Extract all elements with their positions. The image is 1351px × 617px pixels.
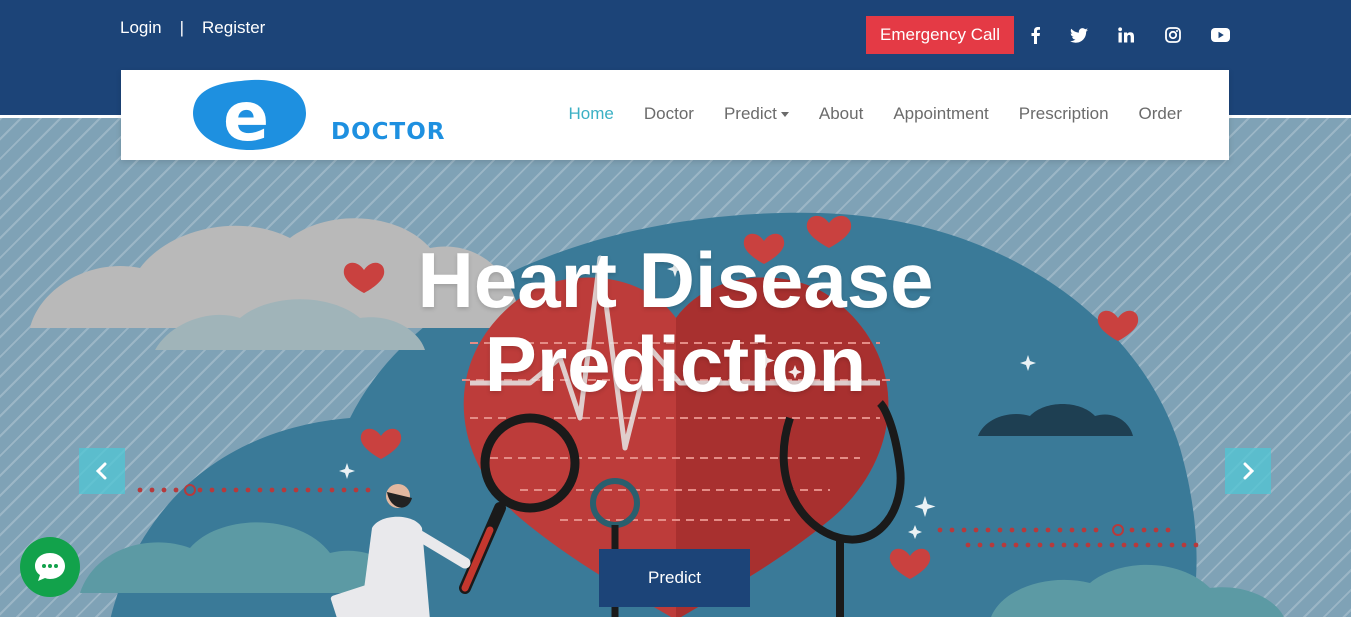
nav-item-prescription[interactable]: Prescription xyxy=(1019,104,1109,124)
carousel-prev-button[interactable] xyxy=(79,448,125,494)
twitter-icon[interactable] xyxy=(1068,24,1090,46)
carousel-next-button[interactable] xyxy=(1225,448,1271,494)
main-navbar: e DOCTOR Home Doctor Predict About Appoi… xyxy=(121,70,1229,160)
nav-item-predict[interactable]: Predict xyxy=(724,104,789,124)
auth-separator: | xyxy=(179,18,185,37)
nav-item-doctor[interactable]: Doctor xyxy=(644,104,694,124)
chat-widget-button[interactable] xyxy=(20,537,80,597)
nav-item-about[interactable]: About xyxy=(819,104,863,124)
facebook-icon[interactable] xyxy=(1024,24,1046,46)
instagram-icon[interactable] xyxy=(1162,24,1184,46)
hero-title: Heart Disease Prediction xyxy=(0,238,1351,406)
hero-title-line2: Prediction xyxy=(484,320,867,408)
nav-item-order[interactable]: Order xyxy=(1139,104,1182,124)
hero-title-line1: Heart Disease xyxy=(417,236,934,324)
predict-button[interactable]: Predict xyxy=(599,549,750,607)
chevron-left-icon xyxy=(95,462,107,480)
chat-bubble-icon xyxy=(35,553,65,581)
emergency-call-button[interactable]: Emergency Call xyxy=(866,16,1014,54)
login-link[interactable]: Login xyxy=(120,18,162,38)
svg-text:e: e xyxy=(223,78,269,152)
auth-links: Login | Register xyxy=(120,18,265,38)
edoctor-logo[interactable]: e DOCTOR xyxy=(191,78,444,157)
nav-item-predict-label: Predict xyxy=(723,104,777,123)
chevron-right-icon xyxy=(1243,462,1255,480)
logo-word: DOCTOR xyxy=(331,119,446,145)
linkedin-icon[interactable] xyxy=(1115,24,1137,46)
nav-item-home[interactable]: Home xyxy=(569,104,614,124)
youtube-icon[interactable] xyxy=(1209,24,1231,46)
nav-item-appointment[interactable]: Appointment xyxy=(893,104,988,124)
caret-down-icon xyxy=(780,112,789,118)
register-link[interactable]: Register xyxy=(202,18,265,38)
nav-menu: Home Doctor Predict About Appointment Pr… xyxy=(569,104,1182,124)
